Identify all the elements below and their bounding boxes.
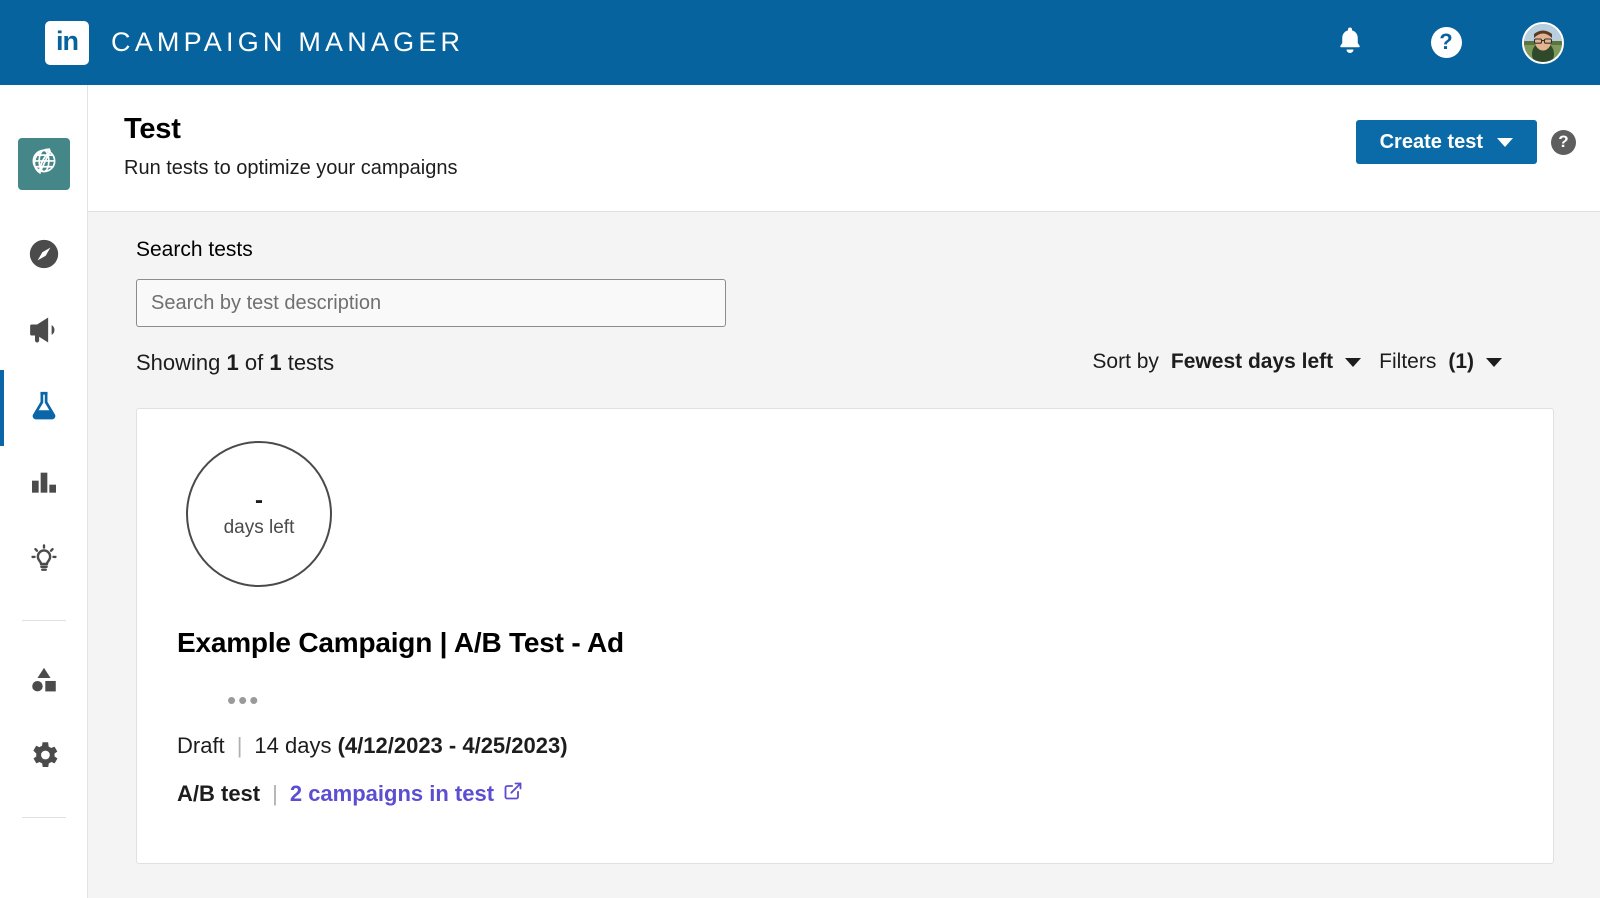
sort-by-value: Fewest days left xyxy=(1170,350,1334,373)
create-test-label: Create test xyxy=(1379,130,1483,153)
megaphone-icon xyxy=(26,312,62,353)
chevron-down-icon xyxy=(1497,137,1513,147)
page-title: Test xyxy=(124,113,181,145)
compass-icon xyxy=(27,237,61,276)
sidebar-item-assets[interactable] xyxy=(0,643,88,719)
test-date-range: (4/12/2023 - 4/25/2023) xyxy=(337,733,568,758)
days-left-value: - xyxy=(255,487,263,514)
campaigns-in-test-label: 2 campaigns in test xyxy=(289,781,495,806)
filters-count: (1) xyxy=(1448,350,1474,373)
filters-label: Filters xyxy=(1379,350,1437,373)
page-help-icon[interactable]: ? xyxy=(1551,129,1576,155)
test-type: A/B test xyxy=(177,781,261,806)
help-button[interactable]: ? xyxy=(1426,23,1466,63)
days-left-indicator: - days left xyxy=(186,441,332,587)
top-bar: in CAMPAIGN MANAGER ? xyxy=(0,0,1600,85)
sidebar-divider-bottom xyxy=(21,817,66,818)
notifications-button[interactable] xyxy=(1330,23,1370,63)
chevron-down-icon xyxy=(1345,357,1362,367)
test-card[interactable]: - days left Example Campaign | A/B Test … xyxy=(136,408,1554,864)
gear-icon xyxy=(27,738,61,777)
sidebar-divider-top xyxy=(21,620,66,621)
beaker-icon xyxy=(27,389,61,428)
sidebar xyxy=(0,85,88,898)
main-content: Search tests Showing 1 of 1 tests Sort b… xyxy=(88,212,1600,898)
linkedin-logo: in xyxy=(45,20,89,65)
page-header-actions: Create test ? xyxy=(1355,120,1576,164)
top-bar-actions: ? xyxy=(1330,21,1564,64)
sidebar-item-plan[interactable] xyxy=(0,218,88,294)
account-logo-tile[interactable] xyxy=(17,138,70,190)
test-duration: 14 days xyxy=(254,733,332,758)
external-link-icon xyxy=(503,781,523,807)
results-controls: Sort by Fewest days left Filters (1) xyxy=(1092,350,1502,374)
meta-separator: | xyxy=(272,781,278,806)
sidebar-item-analyze[interactable] xyxy=(0,446,88,522)
test-card-schedule: Draft | 14 days (4/12/2023 - 4/25/2023) xyxy=(177,733,568,759)
showing-count: 1 xyxy=(226,350,239,375)
results-toolbar: Showing 1 of 1 tests Sort by Fewest days… xyxy=(136,350,1554,384)
globe-leaf-icon xyxy=(27,145,61,184)
showing-middle: of xyxy=(238,350,270,375)
sidebar-item-advertise[interactable] xyxy=(0,294,88,370)
chevron-down-icon xyxy=(1486,357,1502,367)
bell-icon xyxy=(1335,24,1365,61)
page-header: Test Run tests to optimize your campaign… xyxy=(88,85,1600,212)
app-title: CAMPAIGN MANAGER xyxy=(111,27,465,57)
search-label: Search tests xyxy=(136,238,253,261)
showing-total: 1 xyxy=(269,350,282,375)
create-test-button[interactable]: Create test xyxy=(1355,120,1537,164)
test-card-title[interactable]: Example Campaign | A/B Test - Ad xyxy=(177,627,624,659)
meta-separator: | xyxy=(236,733,243,758)
shapes-icon xyxy=(27,662,61,701)
showing-prefix: Showing xyxy=(136,350,227,375)
sidebar-item-insights[interactable] xyxy=(0,522,88,598)
campaigns-in-test-link[interactable]: 2 campaigns in test xyxy=(290,781,523,807)
sidebar-item-settings[interactable] xyxy=(0,719,88,795)
showing-suffix: tests xyxy=(281,350,335,375)
sidebar-item-test[interactable] xyxy=(0,370,88,446)
page-subtitle: Run tests to optimize your campaigns xyxy=(124,157,458,179)
brand[interactable]: in CAMPAIGN MANAGER xyxy=(45,20,465,65)
search-input[interactable] xyxy=(136,279,726,327)
more-options-icon[interactable]: ••• xyxy=(227,687,260,713)
sort-by-prefix: Sort by xyxy=(1092,350,1159,373)
avatar-photo xyxy=(1524,23,1562,62)
lightbulb-icon xyxy=(28,542,60,579)
filters-dropdown[interactable]: Filters (1) xyxy=(1379,350,1502,374)
days-left-label: days left xyxy=(223,517,295,538)
question-mark-icon: ? xyxy=(1430,27,1462,58)
sort-by-dropdown[interactable]: Sort by Fewest days left xyxy=(1092,350,1362,374)
results-count: Showing 1 of 1 tests xyxy=(136,350,334,376)
test-status: Draft xyxy=(177,733,225,758)
test-card-type-row: A/B test | 2 campaigns in test xyxy=(177,781,523,807)
bar-chart-icon xyxy=(28,466,60,503)
user-avatar[interactable] xyxy=(1522,21,1564,64)
